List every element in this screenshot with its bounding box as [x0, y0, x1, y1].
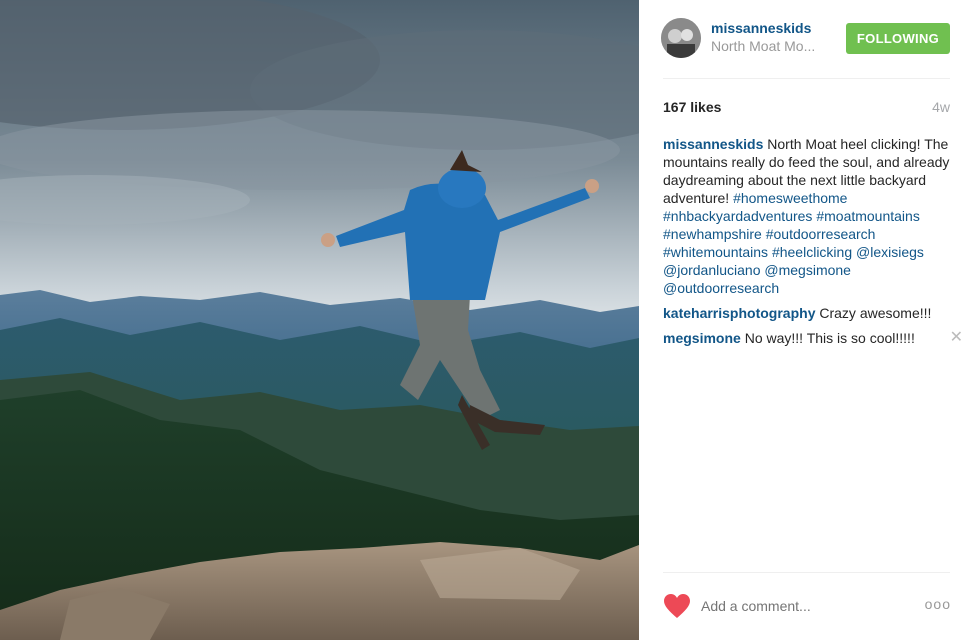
mention-link[interactable]: @lexisiegs — [856, 244, 924, 260]
hashtag-link[interactable]: #nhbackyardadventures — [663, 208, 812, 224]
following-button[interactable]: FOLLOWING — [846, 23, 950, 54]
username-link[interactable]: missanneskids — [711, 20, 811, 36]
hashtag-link[interactable]: #newhampshire — [663, 226, 762, 242]
post-header: missanneskids North Moat Mo... FOLLOWING — [639, 0, 973, 78]
post-details-panel: missanneskids North Moat Mo... FOLLOWING… — [639, 0, 973, 640]
comment-input[interactable] — [701, 597, 901, 615]
comment-author-link[interactable]: megsimone — [663, 330, 741, 346]
location-link[interactable]: North Moat Mo... — [711, 38, 831, 54]
close-icon[interactable]: ✕ — [950, 329, 963, 347]
divider — [663, 78, 950, 79]
comment-item: megsimone No way!!! This is so cool!!!!!… — [663, 329, 963, 347]
comment-list: missanneskids North Moat heel clicking! … — [663, 135, 963, 354]
caption-author-link[interactable]: missanneskids — [663, 136, 763, 152]
jumping-hiker-mountains-photo — [0, 0, 639, 640]
hashtag-link[interactable]: #moatmountains — [816, 208, 920, 224]
hashtag-link[interactable]: #heelclicking — [772, 244, 852, 260]
hashtag-link[interactable]: #whitemountains — [663, 244, 768, 260]
hashtag-link[interactable]: #homesweethome — [733, 190, 847, 206]
hashtag-link[interactable]: #outdoorresearch — [766, 226, 876, 242]
likes-count[interactable]: 167 likes — [663, 99, 721, 115]
mention-link[interactable]: @megsimone — [764, 262, 851, 278]
comment-text: Crazy awesome!!! — [815, 305, 932, 321]
comment-item: kateharrisphotography Crazy awesome!!! — [663, 304, 953, 322]
heart-icon[interactable] — [663, 593, 691, 619]
comment-text: No way!!! This is so cool!!!!! — [740, 330, 915, 346]
post-photo — [0, 0, 639, 640]
post-age[interactable]: 4w — [932, 99, 950, 115]
more-options-icon[interactable]: ooo — [925, 596, 951, 612]
mention-link[interactable]: @outdoorresearch — [663, 280, 779, 296]
avatar[interactable] — [661, 18, 701, 58]
comment-author-link[interactable]: kateharrisphotography — [663, 305, 815, 321]
comment-footer: ooo — [639, 572, 973, 640]
caption: missanneskids North Moat heel clicking! … — [663, 135, 953, 297]
mention-link[interactable]: @jordanluciano — [663, 262, 761, 278]
